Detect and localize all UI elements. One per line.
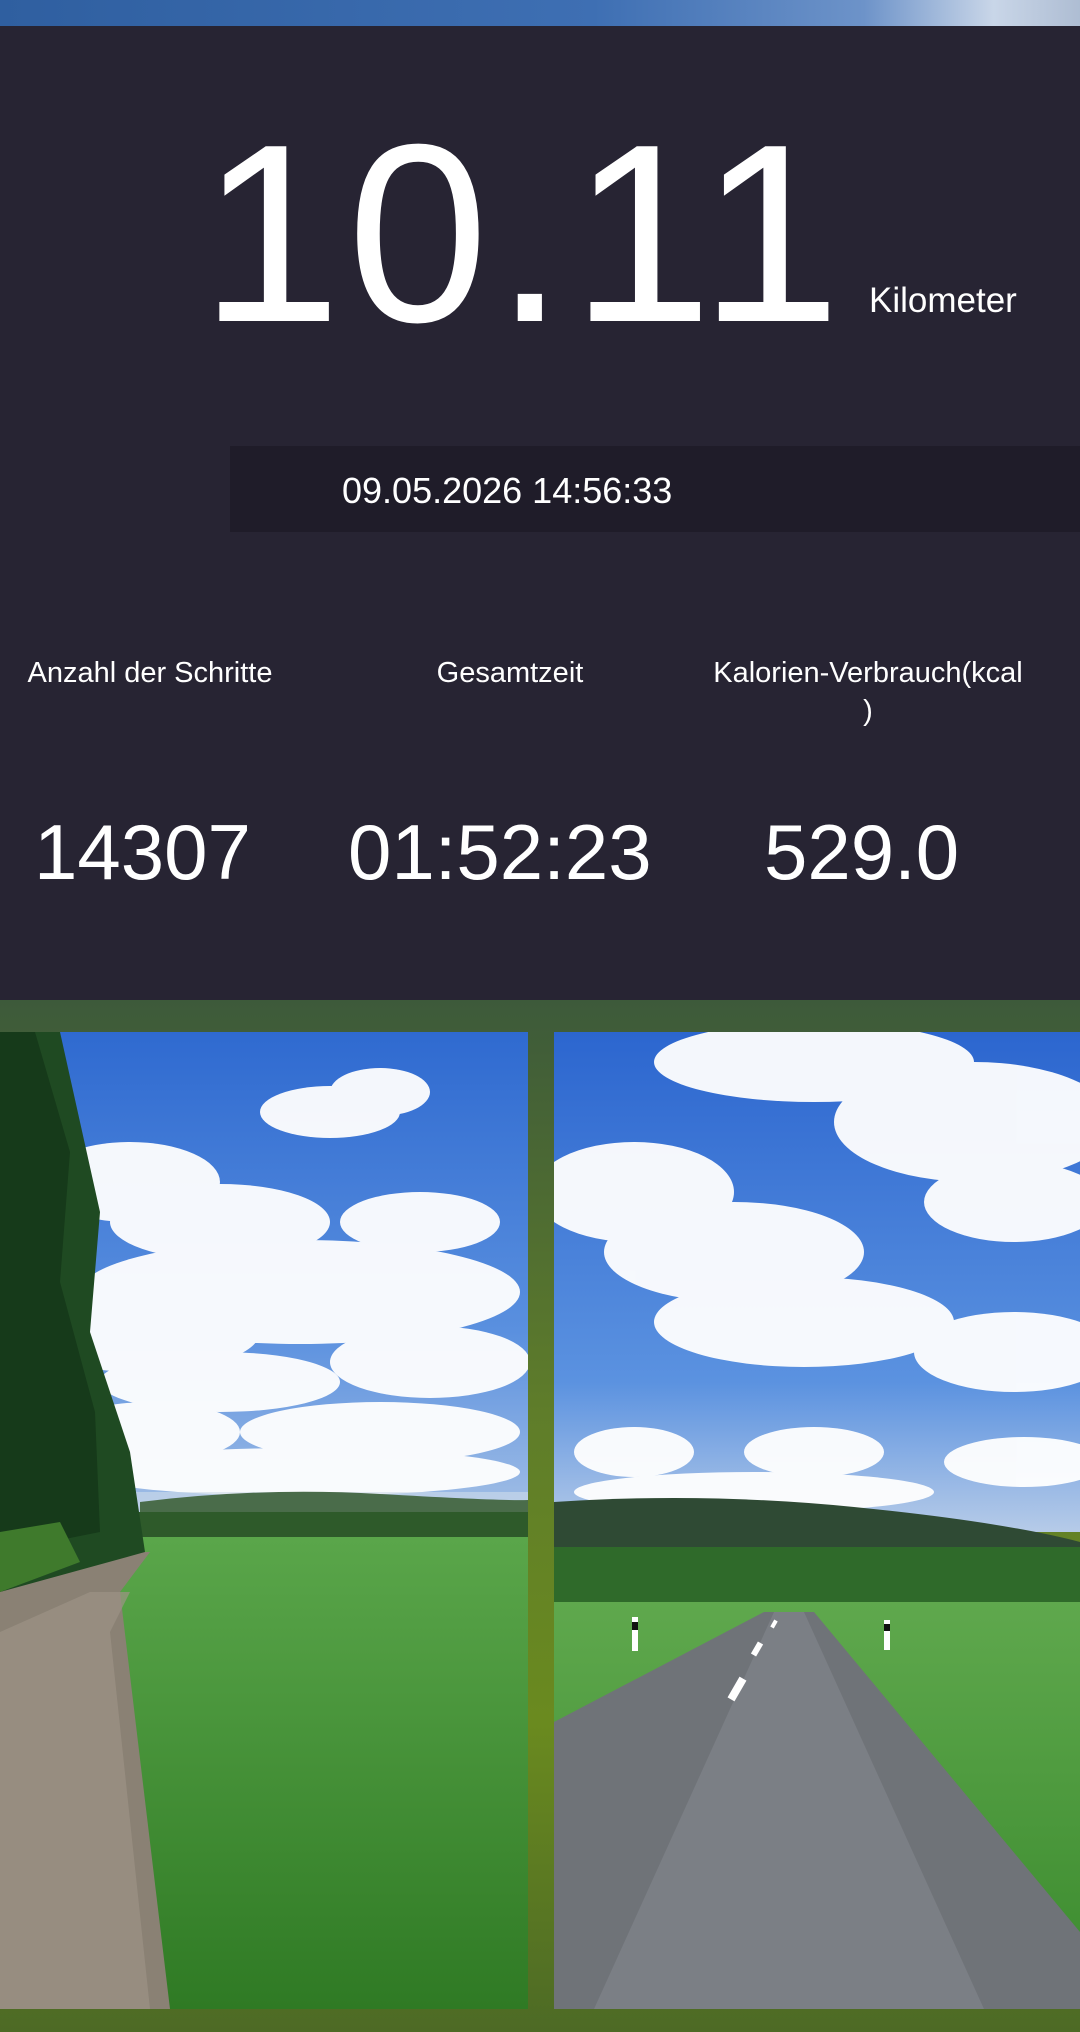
steps-label: Anzahl der Schritte xyxy=(27,657,273,689)
distance-value: 10.11 xyxy=(200,91,847,375)
top-image-strip xyxy=(0,0,1080,26)
total-time-value: 01:52:23 xyxy=(348,808,652,896)
photo-country-road xyxy=(554,1032,1080,2009)
distance-unit: Kilometer xyxy=(869,281,1017,320)
activity-datetime: 09.05.2026 14:56:33 xyxy=(342,470,673,511)
activity-summary-panel: 10.11 Kilometer 09.05.2026 14:56:33 Anza… xyxy=(0,26,1080,1000)
photo-collage xyxy=(0,1000,1080,2032)
photo-gravel-path xyxy=(0,1032,528,2009)
calories-label: Kalorien-Verbrauch(kcal ) xyxy=(713,657,1023,727)
total-time-label: Gesamtzeit xyxy=(436,657,584,689)
steps-value: 14307 xyxy=(34,808,251,896)
calories-value: 529.0 xyxy=(764,808,960,896)
